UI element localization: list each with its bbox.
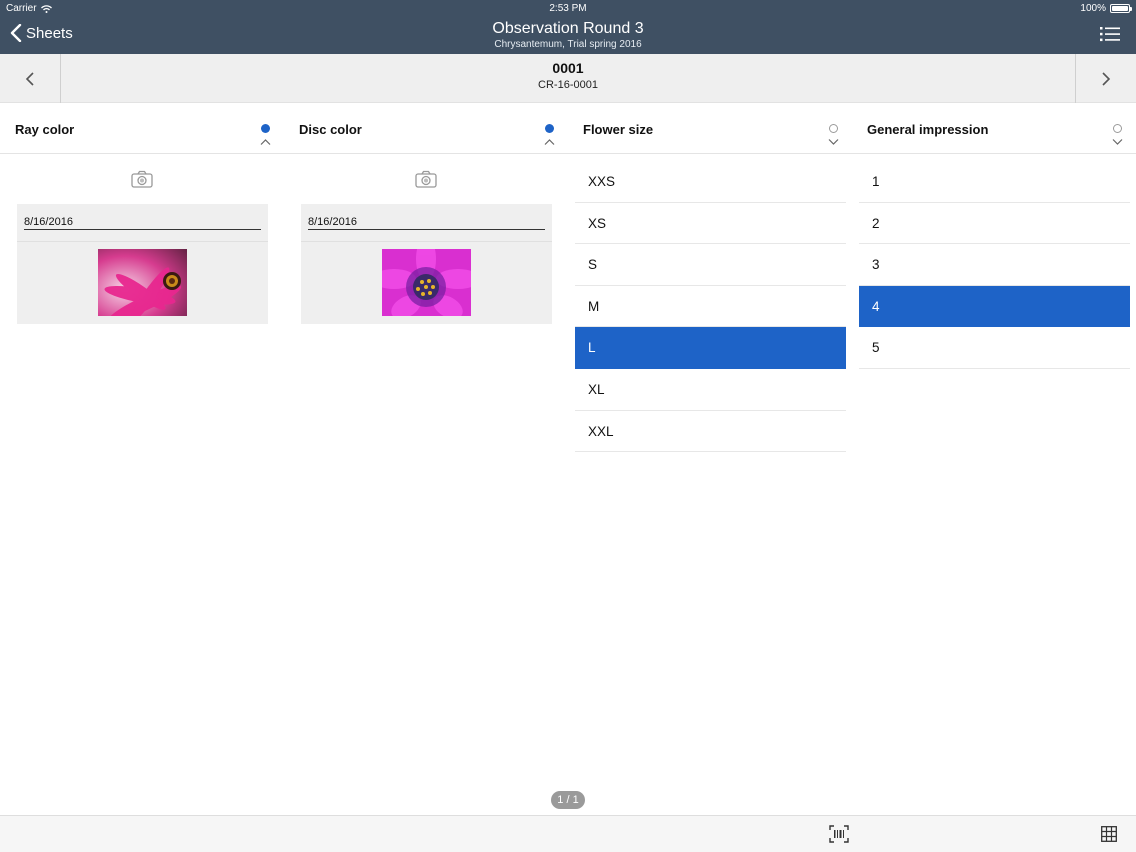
- record-navigator: 0001 CR-16-0001: [0, 54, 1136, 103]
- column-header[interactable]: Disc color: [284, 104, 568, 154]
- option-l-selected[interactable]: L: [575, 327, 846, 369]
- next-record-button[interactable]: [1075, 54, 1136, 103]
- battery-percent: 100%: [1080, 3, 1106, 14]
- chevron-down-icon[interactable]: [828, 138, 839, 146]
- option-s[interactable]: S: [575, 244, 846, 286]
- subtitle-text: Chrysantemum, Trial spring 2016: [494, 39, 642, 50]
- option-list: 1 2 3 4 5: [859, 161, 1130, 369]
- title-text: Observation Round 3: [492, 20, 644, 37]
- status-dot-filled: [545, 124, 554, 133]
- column-flower-size: Flower size XXS XS S M L XL XXL: [568, 104, 852, 812]
- photo-thumbnail[interactable]: [98, 249, 187, 316]
- column-title: General impression: [867, 122, 989, 137]
- status-bar: Carrier 2:53 PM 100%: [0, 0, 1136, 18]
- status-dot-empty: [829, 124, 838, 133]
- option-3[interactable]: 3: [859, 244, 1130, 286]
- grid-icon[interactable]: [1101, 826, 1117, 842]
- option-xs[interactable]: XS: [575, 203, 846, 245]
- record-id: 0001: [552, 60, 584, 76]
- camera-icon[interactable]: [415, 170, 437, 188]
- column-header[interactable]: Flower size: [568, 104, 852, 154]
- bottom-toolbar: [0, 815, 1136, 852]
- column-title: Flower size: [583, 122, 654, 137]
- chevron-up-icon[interactable]: [260, 138, 271, 146]
- list-menu-icon[interactable]: [1100, 26, 1120, 42]
- chevron-up-icon[interactable]: [544, 138, 555, 146]
- status-dot-filled: [261, 124, 270, 133]
- chevron-right-icon: [1102, 71, 1111, 86]
- option-xxs[interactable]: XXS: [575, 161, 846, 203]
- battery-icon: [1110, 4, 1132, 13]
- page-title: Observation Round 3 Chrysantemum, Trial …: [0, 20, 1136, 52]
- column-disc-color: Disc color 8/16/2016: [284, 104, 568, 812]
- navigation-bar: Carrier 2:53 PM 100% Sheets Observation …: [0, 0, 1136, 54]
- photo-date: 8/16/2016: [24, 216, 73, 228]
- chevron-left-icon: [25, 71, 34, 86]
- photo-card: 8/16/2016: [301, 204, 552, 324]
- option-5[interactable]: 5: [859, 327, 1130, 369]
- option-m[interactable]: M: [575, 286, 846, 328]
- barcode-icon[interactable]: [829, 825, 849, 843]
- option-1[interactable]: 1: [859, 161, 1130, 203]
- column-header[interactable]: General impression: [852, 104, 1136, 154]
- column-ray-color: Ray color 8/16/2016: [0, 104, 284, 812]
- photo-thumbnail[interactable]: [382, 249, 471, 316]
- column-header[interactable]: Ray color: [0, 104, 284, 154]
- previous-record-button[interactable]: [0, 54, 61, 103]
- option-xxl[interactable]: XXL: [575, 411, 846, 453]
- status-time: 2:53 PM: [549, 3, 587, 14]
- option-list: XXS XS S M L XL XXL: [575, 161, 846, 453]
- page-indicator: 1 / 1: [551, 791, 585, 809]
- option-xl[interactable]: XL: [575, 369, 846, 411]
- record-code: CR-16-0001: [538, 79, 598, 91]
- option-2[interactable]: 2: [859, 203, 1130, 245]
- option-4-selected[interactable]: 4: [859, 285, 1130, 328]
- photo-card: 8/16/2016: [17, 204, 268, 324]
- column-title: Ray color: [15, 122, 75, 137]
- chevron-down-icon[interactable]: [1112, 138, 1123, 146]
- photo-date: 8/16/2016: [308, 216, 357, 228]
- camera-icon[interactable]: [131, 170, 153, 188]
- column-general-impression: General impression 1 2 3 4 5: [852, 104, 1136, 812]
- status-dot-empty: [1113, 124, 1122, 133]
- column-title: Disc color: [299, 122, 362, 137]
